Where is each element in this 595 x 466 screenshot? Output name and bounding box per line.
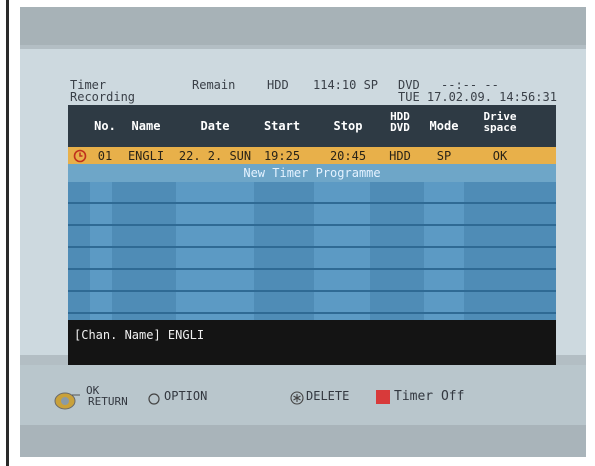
delete-asterisk-icon <box>290 390 304 405</box>
empty-rows <box>68 182 556 320</box>
bottom-band <box>20 425 586 457</box>
col-date: Date <box>200 119 230 133</box>
footer: OK RETURN OPTION DELETE Timer Off <box>20 365 586 425</box>
cell-no: 01 <box>97 149 113 163</box>
channel-info: [Chan. Name] ENGLI <box>74 328 205 342</box>
cell-name: ENGLI <box>127 149 165 163</box>
option-circle-icon <box>148 390 160 405</box>
row-divider <box>68 290 556 292</box>
red-button-icon <box>376 390 390 404</box>
timer-table: No. Name Date Start Stop HDD DVD Mode Dr… <box>68 105 556 366</box>
row-divider <box>68 312 556 314</box>
hdd-remain: 114:10 SP <box>313 78 379 92</box>
table-header: No. Name Date Start Stop HDD DVD Mode Dr… <box>68 105 556 147</box>
delete-button[interactable]: DELETE <box>306 389 349 403</box>
photo-frame: Timer Recording Remain HDD 114:10 SP DVD… <box>0 0 595 466</box>
datetime: TUE 17.02.09. 14:56:31 <box>398 90 557 104</box>
col-mode: Mode <box>429 119 459 133</box>
col-no: No. <box>94 119 116 133</box>
cell-stop: 20:45 <box>329 149 367 163</box>
col-dvd-label: DVD <box>390 121 410 134</box>
channel-info-bar: [Chan. Name] ENGLI <box>68 320 556 366</box>
cell-dest: HDD <box>389 149 411 163</box>
cell-drive: OK <box>492 149 508 163</box>
return-label[interactable]: RETURN <box>88 396 128 407</box>
cell-mode: SP <box>436 149 452 163</box>
col-start: Start <box>263 119 301 133</box>
cell-start: 19:25 <box>263 149 301 163</box>
timer-clock-icon <box>73 148 87 163</box>
row-divider <box>68 246 556 248</box>
left-border <box>6 0 9 466</box>
col-stop: Stop <box>333 119 363 133</box>
new-timer-programme-row[interactable]: New Timer Programme <box>68 164 556 182</box>
col-drive-space: Drive space <box>472 111 528 133</box>
ok-return-icon <box>54 391 80 411</box>
row-divider <box>68 202 556 204</box>
top-band <box>20 7 586 45</box>
row-divider <box>68 268 556 270</box>
timer-off-button[interactable]: Timer Off <box>394 389 464 404</box>
hdd-label: HDD <box>267 78 289 92</box>
title-line2: Recording <box>70 90 136 104</box>
cell-date: 22. 2. SUN <box>178 149 252 163</box>
col-hdd-dvd: HDD DVD <box>382 111 418 133</box>
option-button[interactable]: OPTION <box>164 389 207 403</box>
col-space-label: space <box>483 121 517 134</box>
remain-label: Remain <box>192 78 236 92</box>
table-row[interactable]: 01 ENGLI 22. 2. SUN 19:25 20:45 HDD SP O… <box>68 147 556 164</box>
tv-screen: Timer Recording Remain HDD 114:10 SP DVD… <box>20 7 586 457</box>
col-name: Name <box>131 119 161 133</box>
row-divider <box>68 224 556 226</box>
